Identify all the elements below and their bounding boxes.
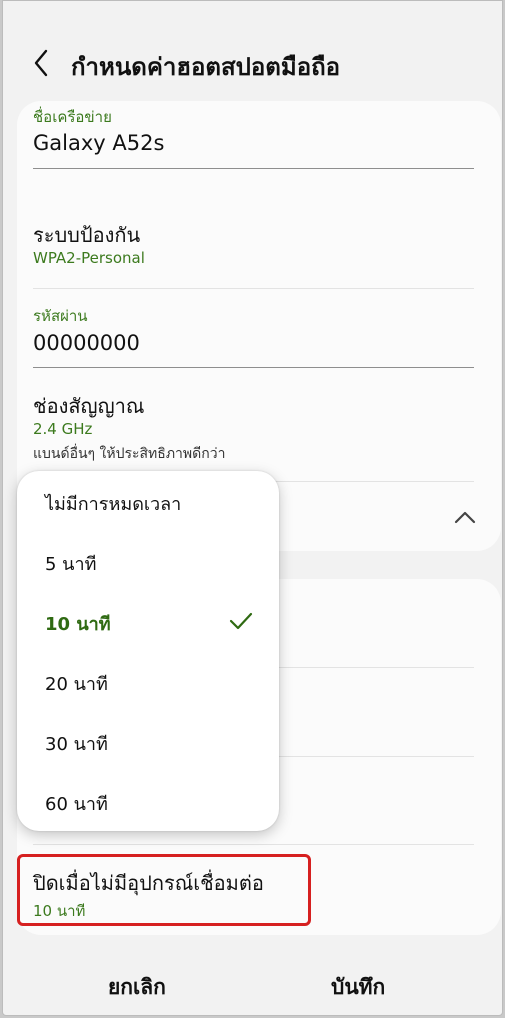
back-button[interactable]	[29, 47, 57, 79]
security-title: ระบบป้องกัน	[33, 223, 141, 247]
page-title: กำหนดค่าฮอตสปอตมือถือ	[71, 53, 341, 81]
timeout-option-10[interactable]: 10 นาที	[17, 591, 279, 651]
network-name-label: ชื่อเครือข่าย	[33, 108, 112, 126]
timeout-option-5[interactable]: 5 นาที	[17, 531, 279, 591]
band-note: แบนด์อื่นๆ ให้ประสิทธิภาพดีกว่า	[33, 446, 226, 462]
collapse-button[interactable]	[453, 509, 477, 525]
option-label: ไม่มีการหมดเวลา	[45, 494, 182, 515]
header: กำหนดค่าฮอตสปอตมือถือ	[3, 37, 502, 91]
chevron-left-icon	[34, 49, 48, 77]
password-label: รหัสผ่าน	[33, 307, 88, 325]
security-value: WPA2-Personal	[33, 249, 145, 267]
network-name-underline	[33, 168, 474, 169]
chevron-up-icon	[454, 511, 476, 524]
option-label: 60 นาที	[45, 794, 108, 815]
divider	[33, 288, 474, 289]
password-input[interactable]: 00000000	[33, 331, 140, 355]
password-underline	[33, 367, 474, 368]
save-button[interactable]: บันทึก	[331, 971, 385, 1004]
divider	[33, 844, 474, 845]
highlight-box	[17, 854, 311, 926]
option-label: 20 นาที	[45, 674, 108, 695]
check-icon	[229, 612, 253, 630]
option-label: 30 นาที	[45, 734, 108, 755]
network-name-input[interactable]: Galaxy A52s	[33, 131, 164, 155]
timeout-option-30[interactable]: 30 นาที	[17, 711, 279, 771]
timeout-option-none[interactable]: ไม่มีการหมดเวลา	[17, 471, 279, 531]
timeout-option-60[interactable]: 60 นาที	[17, 771, 279, 831]
timeout-dropdown: ไม่มีการหมดเวลา 5 นาที 10 นาที 20 นาที 3…	[17, 471, 279, 831]
band-title: ช่องสัญญาณ	[33, 394, 145, 418]
option-label: 5 นาที	[45, 554, 97, 575]
band-value: 2.4 GHz	[33, 420, 93, 438]
option-label: 10 นาที	[45, 614, 111, 635]
cancel-button[interactable]: ยกเลิก	[108, 971, 166, 1004]
timeout-option-20[interactable]: 20 นาที	[17, 651, 279, 711]
screen: กำหนดค่าฮอตสปอตมือถือ ชื่อเครือข่าย Gala…	[2, 0, 503, 1016]
